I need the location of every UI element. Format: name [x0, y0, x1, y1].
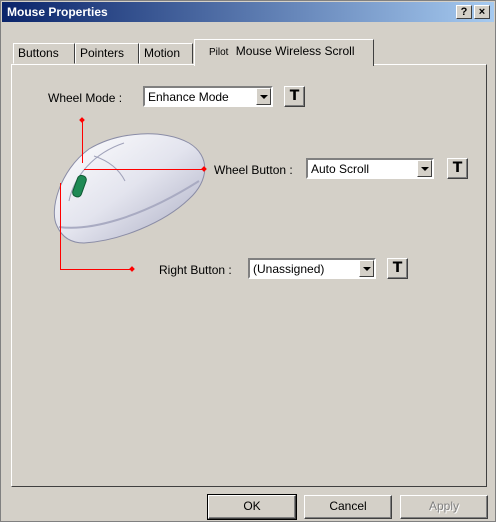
cancel-button[interactable]: Cancel	[304, 495, 392, 519]
wheel-button-test-button[interactable]: T	[447, 158, 468, 179]
hammer-icon: T	[289, 88, 300, 104]
right-button-value: (Unassigned)	[253, 262, 325, 276]
tab-pointers[interactable]: Pointers	[75, 43, 139, 64]
mouse-illustration	[53, 133, 206, 244]
right-button-test-button[interactable]: T	[387, 258, 408, 279]
mouse-properties-window: Mouse Properties ? × Buttons Pointers Mo…	[0, 0, 496, 522]
tab-motion[interactable]: Motion	[139, 43, 193, 64]
tab-mouse-wireless-scroll-label: Mouse Wireless Scroll	[235, 44, 355, 58]
wheel-mode-dropdown[interactable]: Enhance Mode	[143, 86, 273, 107]
close-button[interactable]: ×	[474, 5, 490, 19]
tab-pointers-label: Pointers	[80, 46, 125, 60]
right-button-callout-vertical	[60, 183, 61, 269]
tab-buttons[interactable]: Buttons	[13, 43, 75, 64]
wheel-mode-label: Wheel Mode :	[48, 91, 123, 105]
wheel-button-value: Auto Scroll	[311, 162, 370, 176]
tab-buttons-label: Buttons	[18, 46, 59, 60]
wheel-mode-callout-line	[82, 121, 83, 163]
wheel-button-dropdown[interactable]: Auto Scroll	[306, 158, 434, 179]
wheel-button-label: Wheel Button :	[214, 163, 293, 177]
hammer-icon: T	[392, 260, 403, 276]
right-button-label: Right Button :	[159, 263, 232, 277]
chevron-down-icon[interactable]	[359, 260, 374, 277]
tab-pilot-mouse-wireless-scroll[interactable]: Pilot Mouse Wireless Scroll	[194, 39, 374, 66]
ok-button[interactable]: OK	[207, 494, 297, 520]
tab-pilot-label: Pilot	[209, 47, 229, 58]
apply-button[interactable]: Apply	[400, 495, 488, 519]
wheel-button-callout-line	[84, 169, 204, 170]
help-button[interactable]: ?	[456, 5, 472, 19]
title-bar: Mouse Properties ? ×	[2, 2, 494, 22]
window-title: Mouse Properties	[7, 5, 108, 19]
tab-motion-label: Motion	[144, 46, 181, 60]
chevron-down-icon[interactable]	[256, 88, 271, 105]
wheel-mode-value: Enhance Mode	[148, 90, 229, 104]
chevron-down-icon[interactable]	[417, 160, 432, 177]
wheel-mode-test-button[interactable]: T	[284, 86, 305, 107]
right-button-callout-horizontal	[60, 269, 132, 270]
hammer-icon: T	[452, 160, 463, 176]
right-button-dropdown[interactable]: (Unassigned)	[248, 258, 376, 279]
